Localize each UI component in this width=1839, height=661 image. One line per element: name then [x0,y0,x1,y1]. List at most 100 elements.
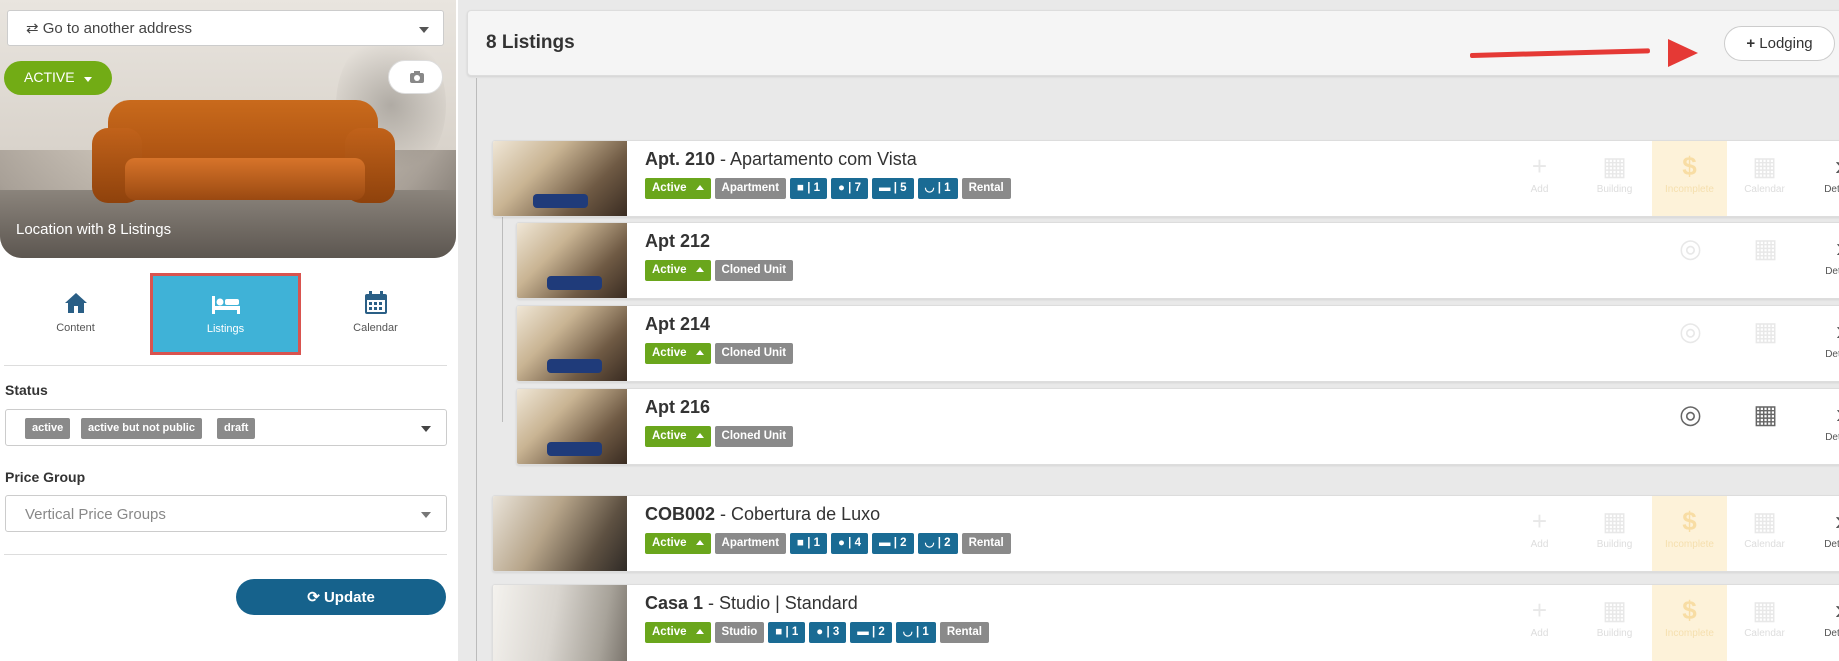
calendar-action[interactable]: ▦ [1728,389,1803,464]
caret-up-icon [695,433,704,438]
listing-title[interactable]: COB002 - Cobertura de Luxo [645,504,880,525]
listing-title[interactable]: Apt 216 [645,397,710,418]
listing-title[interactable]: Apt. 210 - Apartamento com Vista [645,149,917,170]
visibility-action[interactable]: ◎ [1653,389,1728,464]
calendar-action[interactable]: ▦ [1728,306,1803,381]
listing-title[interactable]: Apt 214 [645,314,710,335]
listing-thumbnail [517,223,627,298]
caret-up-icon [695,350,704,355]
caret-up-icon [695,540,704,545]
mode-badge: Rental [961,178,1011,199]
listing-code: COB002 [645,504,716,524]
details-action[interactable]: ›Details [1802,496,1839,571]
status-dropdown-button[interactable]: ACTIVE [4,61,112,95]
building-action[interactable]: ▦ Building [1577,585,1652,661]
status-chip[interactable]: active [25,418,71,439]
status-badge[interactable]: Active [645,178,711,199]
pricing-action[interactable]: $ Incomplete [1652,141,1727,216]
caret-down-icon [84,77,92,82]
guests-badge: ● | 3 [809,622,847,643]
update-button[interactable]: ⟳ Update [236,579,446,615]
type-badge: Studio [714,622,765,643]
camera-button[interactable] [388,60,443,94]
pricing-action[interactable]: $ Incomplete [1652,496,1727,571]
beds-badge: ▬ | 5 [871,178,914,199]
calendar-action[interactable]: ▦ Calendar [1727,496,1802,571]
status-badge[interactable]: Active [645,260,711,281]
add-action[interactable]: + Add [1502,141,1577,216]
bath-icon: ◡ [924,182,935,194]
details-action[interactable]: ›Details [1803,306,1839,381]
eye-slash-icon: ◎ [1679,233,1702,263]
pricing-action[interactable]: $ Incomplete [1652,585,1727,661]
status-badge[interactable]: Active [645,426,711,447]
listing-title[interactable]: Casa 1 - Studio | Standard [645,593,858,614]
details-action[interactable]: ›Details [1802,585,1839,661]
listing-title[interactable]: Apt 212 [645,231,710,252]
listing-badges: Active Cloned Unit [645,426,797,447]
status-label: Status [5,382,48,398]
tab-listings[interactable]: Listings [150,273,301,355]
bed-icon: ▬ [857,626,869,638]
tab-calendar[interactable]: Calendar [302,275,449,353]
status-badge[interactable]: Active [645,533,711,554]
sidebar-tabs: Content Listings Calendar [0,273,458,355]
listing-name: - Cobertura de Luxo [715,504,881,524]
type-badge: Apartment [714,178,787,199]
listing-name: - Studio | Standard [703,593,858,613]
details-action[interactable]: ›Details [1803,389,1839,464]
listing-code: Apt 212 [645,231,711,251]
visibility-action[interactable]: ◎ [1653,306,1728,381]
calendar-action[interactable]: ▦ Calendar [1727,585,1802,661]
type-badge: Cloned Unit [714,343,794,364]
dollar-icon: $ [1682,506,1697,536]
listing-name: - Apartamento com Vista [715,149,917,169]
visibility-action[interactable]: ◎ [1653,223,1728,298]
listing-row[interactable]: Apt 214 ActiveCloned Unit ◎ ▦ ›Details [516,305,1839,382]
building-icon: ▦ [1602,506,1627,536]
tab-content[interactable]: Content [2,275,149,353]
listing-code: Apt 216 [645,397,711,417]
add-action[interactable]: + Add [1502,496,1577,571]
building-action[interactable]: ▦ Building [1577,496,1652,571]
listing-row[interactable]: Apt 216 ActiveCloned Unit ◎ ▦ ›Details [516,388,1839,465]
status-badge[interactable]: Active [645,343,711,364]
listing-row[interactable]: Casa 1 - Studio | Standard Active Studio ■… [492,584,1839,661]
chevron-down-icon [421,512,431,518]
add-action[interactable]: + Add [1502,585,1577,661]
details-action[interactable]: ›Details [1803,223,1839,298]
calendar-icon: ▦ [1752,506,1777,536]
user-icon: ● [838,537,845,549]
calendar-action[interactable]: ▦ Calendar [1727,141,1802,216]
plus-icon: + [1531,595,1548,625]
address-select[interactable]: ⇄ Go to another address [7,10,444,46]
details-action[interactable]: ›Details [1802,141,1839,216]
chevron-right-icon: › [1803,317,1839,345]
add-lodging-label: Lodging [1759,35,1813,52]
listing-badges: Active Cloned Unit [645,343,797,364]
dollar-icon: $ [1682,595,1697,625]
status-badge[interactable]: Active [645,622,711,643]
status-chip[interactable]: draft [217,418,256,439]
update-button-label: Update [323,589,375,606]
add-lodging-button[interactable]: + Lodging [1724,26,1835,61]
building-action[interactable]: ▦ Building [1577,141,1652,216]
tree-line [476,78,477,661]
listing-row[interactable]: COB002 - Cobertura de Luxo Active Apartme… [492,495,1839,572]
price-group-select[interactable]: Vertical Price Groups [5,495,447,532]
chevron-right-icon: › [1803,400,1839,428]
baths-badge: ◡ | 1 [895,622,936,643]
listing-thumbnail [517,389,627,464]
calendar-icon [364,291,387,314]
building-icon: ▦ [1602,151,1627,181]
listing-badges: Active Cloned Unit [645,260,797,281]
status-chip[interactable]: active but not public [81,418,202,439]
chevron-right-icon: › [1803,234,1839,262]
room-icon: ■ [797,537,804,549]
status-multiselect[interactable]: active active but not public draft [5,409,447,446]
listing-row[interactable]: Apt. 210 - Apartamento com Vista Active A… [492,140,1839,217]
page-title: 8 Listings [486,32,575,53]
listing-row[interactable]: Apt 212 ActiveCloned Unit ◎ ▦ ›Details [516,222,1839,299]
calendar-action[interactable]: ▦ [1728,223,1803,298]
listing-badges: Active Apartment ■ | 1 ● | 7 ▬ | 5 ◡ | 1 Renta… [645,178,1015,199]
